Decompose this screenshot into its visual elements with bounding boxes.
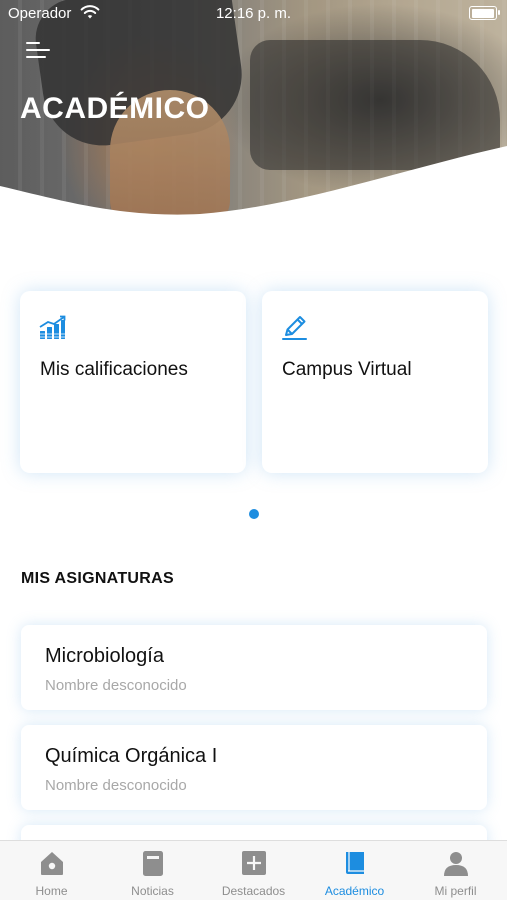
campus-virtual-card-label: Campus Virtual xyxy=(282,359,412,380)
hamburger-menu-icon[interactable] xyxy=(26,40,52,60)
pencil-edit-icon xyxy=(282,316,307,340)
grades-card-label: Mis calificaciones xyxy=(40,359,188,380)
tab-label: Académico xyxy=(324,884,385,898)
news-icon xyxy=(142,851,163,876)
subject-subtitle: Nombre desconocido xyxy=(45,777,187,794)
tab-home[interactable]: Home xyxy=(1,841,102,900)
clock: 12:16 p. m. xyxy=(215,5,292,22)
subject-name: Microbiología xyxy=(45,645,164,667)
page-title: ACADÉMICO xyxy=(20,92,210,125)
grades-card[interactable]: Mis calificaciones xyxy=(20,291,246,473)
book-icon xyxy=(345,852,364,874)
tab-mi-perfil[interactable]: Mi perfil xyxy=(405,841,506,900)
tab-label: Noticias xyxy=(131,884,174,898)
subject-card[interactable]: Microbiología Nombre desconocido xyxy=(21,625,487,710)
subject-name: Química Orgánica I xyxy=(45,745,218,767)
tab-label: Mi perfil xyxy=(434,884,477,898)
subject-card[interactable]: Química Orgánica I Nombre desconocido xyxy=(21,725,487,810)
plus-square-icon xyxy=(241,851,266,875)
tab-bar: Home Noticias Destacados Académico Mi pe… xyxy=(0,840,507,900)
status-bar: Operador 12:16 p. m. xyxy=(0,0,507,28)
battery-icon xyxy=(469,6,500,20)
home-icon xyxy=(40,852,63,875)
bar-chart-icon xyxy=(39,315,66,339)
page-indicator-dot[interactable] xyxy=(249,509,259,519)
tab-academico[interactable]: Académico xyxy=(304,841,405,900)
tab-noticias[interactable]: Noticias xyxy=(102,841,203,900)
campus-virtual-card[interactable]: Campus Virtual xyxy=(262,291,488,473)
person-icon xyxy=(443,852,468,876)
section-title: MIS ASIGNATURAS xyxy=(21,570,174,587)
tab-destacados[interactable]: Destacados xyxy=(203,841,304,900)
subject-subtitle: Nombre desconocido xyxy=(45,677,187,694)
tab-label: Home xyxy=(35,884,68,898)
tab-label: Destacados xyxy=(221,884,286,898)
